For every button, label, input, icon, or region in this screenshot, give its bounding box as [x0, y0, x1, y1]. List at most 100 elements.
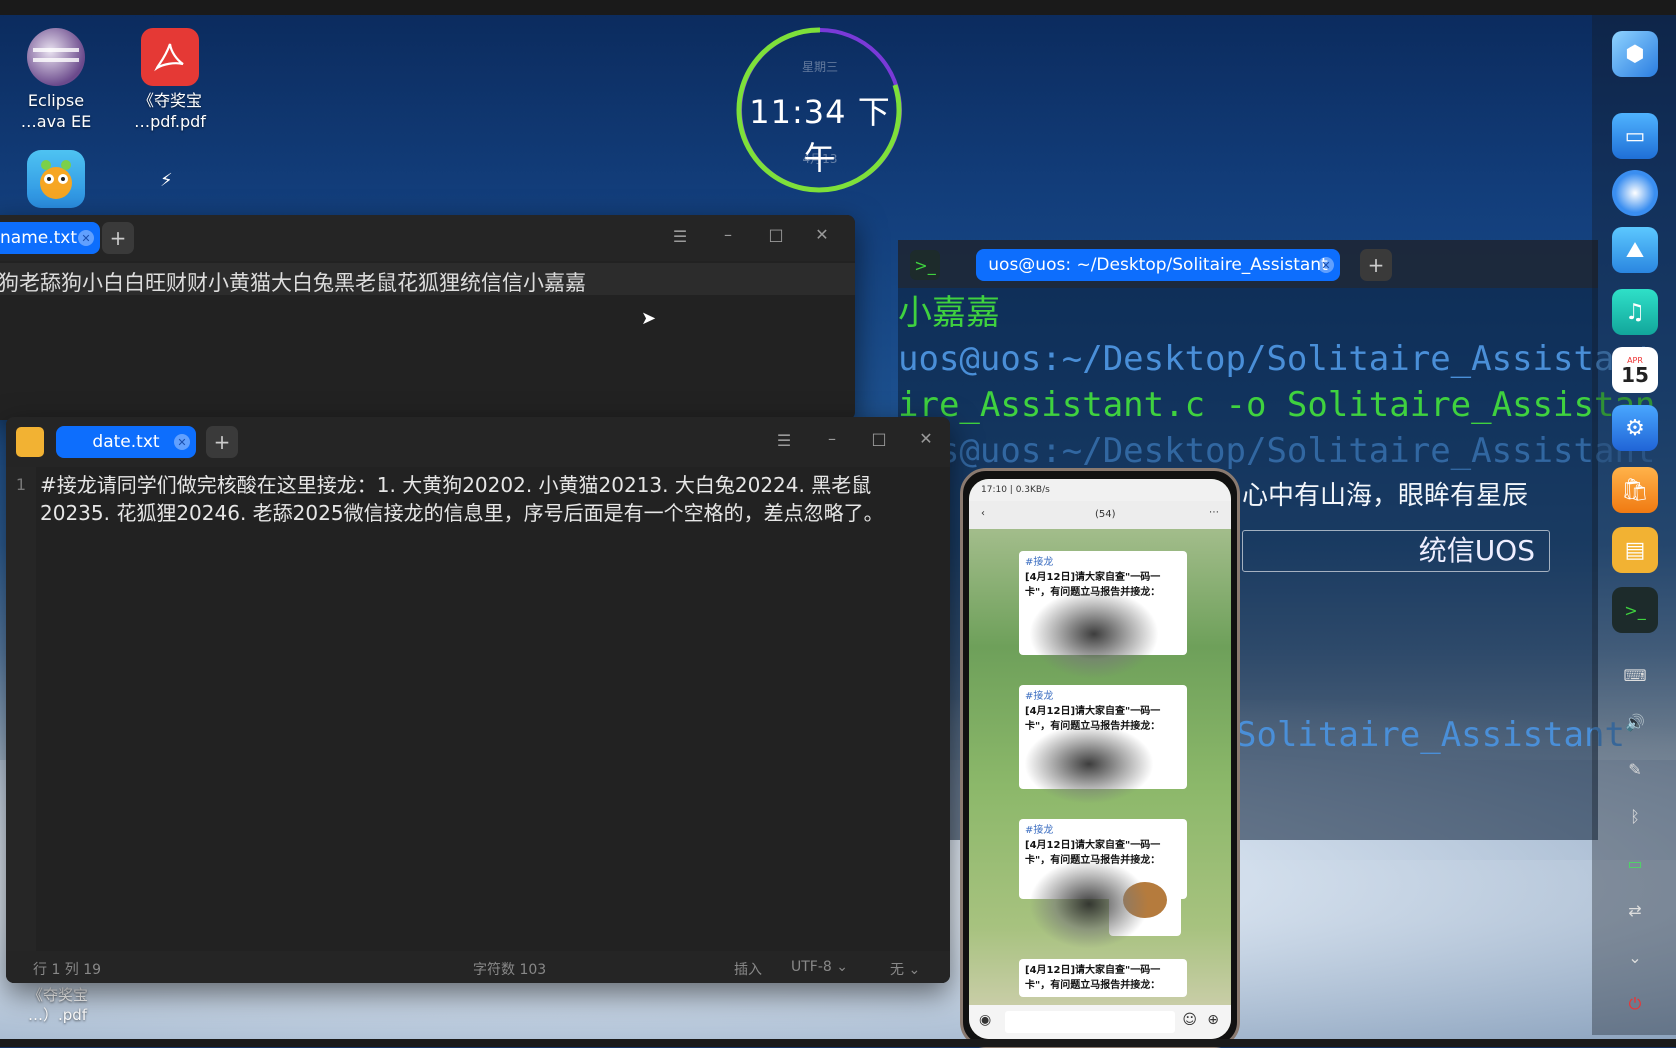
encoding-select[interactable]: UTF-8 ⌄: [791, 959, 848, 975]
launcher-cube-icon[interactable]: ⬢: [1612, 31, 1658, 77]
close-tab-icon[interactable]: ✕: [174, 434, 190, 450]
card-text: [4月12日]请大家自查"一码一卡"，有问题立马报告并接龙：: [1025, 965, 1161, 991]
phone-text-input: [1005, 1011, 1175, 1033]
encoding-value: UTF-8: [791, 959, 832, 975]
terminal-icon[interactable]: >_: [1612, 587, 1658, 633]
chat-message-card: [4月12日]请大家自查"一码一卡"，有问题立马报告并接龙：: [1019, 959, 1187, 997]
tab-name-txt[interactable]: name.txt ✕: [0, 222, 100, 254]
desktop-icon-game[interactable]: [1, 150, 111, 212]
menu-icon[interactable]: ☰: [769, 431, 799, 450]
tab-date-txt[interactable]: date.txt ✕: [56, 426, 196, 458]
settings-gear-icon[interactable]: ⚙: [1612, 405, 1658, 451]
bluetooth-icon[interactable]: ᛒ: [1618, 799, 1652, 833]
desktop-icon-label: …ava EE: [20, 112, 92, 131]
close-window-icon[interactable]: ✕: [807, 225, 837, 244]
editor-text[interactable]: 狗老舔狗小白白旺财财小黄猫大白兔黑老鼠花狐狸统信信小嘉嘉: [0, 267, 586, 297]
file-manager-icon[interactable]: ▭: [1612, 113, 1658, 159]
card-tag: #接龙: [1025, 825, 1054, 836]
close-tab-icon[interactable]: ✕: [78, 230, 94, 246]
browser-icon[interactable]: [1612, 170, 1658, 216]
calendar-day: 15: [1621, 362, 1649, 387]
phone-screen: 17:10 | 0.3KB/s ‹ (54) ⋯ #接龙 [4月12日]请大家自…: [969, 479, 1231, 1039]
chat-count: (54): [1095, 509, 1116, 520]
bottom-bar: [0, 1039, 1676, 1047]
power-icon[interactable]: ⏻: [1618, 987, 1652, 1021]
editor-titlebar: date.txt ✕ + ☰ – □ ✕: [6, 417, 950, 467]
minimize-icon[interactable]: –: [817, 429, 847, 448]
new-tab-button[interactable]: +: [206, 426, 238, 458]
highlight-value: 无: [890, 962, 904, 978]
close-window-icon[interactable]: ✕: [911, 429, 941, 448]
tab-terminal[interactable]: uos@uos: ~/Desktop/Solitaire_Assistant ✕: [976, 249, 1340, 281]
phone-input-bar: ◉ ☺ ⊕: [969, 1005, 1231, 1039]
desktop-icon-label: 《夺奖宝: [28, 986, 89, 1004]
insert-mode: 插入: [734, 962, 762, 978]
phone-chat-header: ‹ (54) ⋯: [969, 501, 1231, 529]
desktop-icon-label: 《夺奖宝: [137, 91, 202, 110]
menu-icon[interactable]: ☰: [665, 227, 695, 246]
terminal-prompt: uos@uos:~/Desktop/Solitaire_Assistant: [898, 339, 1656, 379]
tab-label: name.txt: [0, 228, 78, 248]
mouse-pointer-busy-icon: ⚡: [160, 170, 173, 191]
phone-status-text: 17:10 | 0.3KB/s: [981, 485, 1050, 495]
volume-icon[interactable]: 🔊: [1618, 705, 1652, 739]
side-dock: ⬢ ▭ ⛰ ♫ APR 15 ⚙ 🛍 ▤ >_ ⌨ 🔊 ✎ ᛒ ▭ ⇄ ⌄ ⏻: [1592, 15, 1676, 1035]
tab-label: uos@uos: ~/Desktop/Solitaire_Assistant: [988, 255, 1328, 275]
new-tab-button[interactable]: +: [1360, 249, 1392, 281]
line-number: 1: [15, 475, 27, 494]
card-tag: #接龙: [1025, 557, 1054, 568]
text-editor-app-icon: [16, 427, 44, 457]
terminal-line: Solitaire_Assistant: [1236, 715, 1625, 755]
eclipse-icon: [27, 28, 85, 86]
voice-icon: ◉: [979, 1012, 992, 1028]
phone-image: 17:10 | 0.3KB/s ‹ (54) ⋯ #接龙 [4月12日]请大家自…: [960, 468, 1240, 1048]
battery-icon[interactable]: ▭: [1618, 846, 1652, 880]
text-editor-icon[interactable]: ▤: [1612, 527, 1658, 573]
editor-text[interactable]: #接龙请同学们做完核酸在这里接龙：1. 大黄狗20202. 小黄猫20213. …: [40, 467, 936, 527]
maximize-icon[interactable]: □: [864, 429, 894, 448]
mouse-cursor-icon: ➤: [641, 308, 657, 329]
line-number-gutter: 1: [6, 467, 36, 952]
add-icon: ⊕: [1207, 1012, 1219, 1028]
chevron-down-icon[interactable]: ⌄: [1618, 940, 1652, 974]
image-viewer-icon[interactable]: ⛰: [1612, 227, 1658, 273]
new-tab-button[interactable]: +: [102, 222, 134, 254]
clock-date: 4月13: [802, 152, 838, 166]
more-icon: ⋯: [1209, 507, 1219, 518]
redaction-blur: [1029, 589, 1159, 679]
terminal-app-icon: >_: [910, 250, 940, 280]
top-bar: [0, 0, 1676, 15]
clock-weekday: 星期三: [801, 60, 838, 74]
keyboard-icon[interactable]: ⌨: [1618, 658, 1652, 692]
desktop-icon-pdf-2[interactable]: 《夺奖宝 …）.pdf: [2, 985, 102, 1025]
desktop-icon-label: Eclipse: [27, 91, 85, 110]
card-tag: #接龙: [1025, 691, 1054, 702]
status-bar: 行 1 列 19 字符数 103 插入 UTF-8 ⌄ 无 ⌄: [6, 951, 950, 983]
calendar-icon[interactable]: APR 15: [1612, 347, 1658, 393]
chevron-down-icon: ⌄: [908, 962, 921, 978]
terminal-line: 小嘉嘉: [898, 293, 1000, 333]
terminal-line: uos@uos:~/Desktop/Solitaire_Assistant: [898, 336, 1655, 382]
cursor-position: 行 1 列 19: [33, 962, 102, 978]
editor-window-name[interactable]: name.txt ✕ + ☰ – □ ✕ 狗老舔狗小白白旺财财小黄猫大白兔黑老鼠…: [0, 215, 855, 420]
tab-label: date.txt: [92, 432, 160, 452]
editor-window-date[interactable]: date.txt ✕ + ☰ – □ ✕ 1 #接龙请同学们做完核酸在这里接龙：…: [6, 417, 950, 983]
phone-status-bar: 17:10 | 0.3KB/s: [969, 479, 1231, 501]
pen-icon[interactable]: ✎: [1618, 752, 1652, 786]
char-count: 字符数 103: [473, 962, 547, 978]
app-store-icon[interactable]: 🛍: [1612, 467, 1658, 513]
music-icon[interactable]: ♫: [1612, 289, 1658, 335]
highlight-select[interactable]: 无 ⌄: [890, 959, 920, 979]
maximize-icon[interactable]: □: [761, 225, 791, 244]
desktop-icon-pdf[interactable]: 《夺奖宝 …pdf.pdf: [115, 28, 225, 132]
minimize-icon[interactable]: –: [713, 225, 743, 244]
chevron-down-icon: ⌄: [836, 959, 848, 975]
desktop-icon-eclipse[interactable]: Eclipse …ava EE: [1, 28, 111, 132]
wallpaper-slogan: 心中有山海，眼眸有星辰: [1242, 481, 1529, 511]
clock-widget: 星期三 11:34 下午 4月13: [735, 25, 905, 195]
terminal-line: ire_Assistant.c -o Solitaire_Assistan: [898, 385, 1656, 425]
game-icon: [27, 150, 85, 208]
close-tab-icon[interactable]: ✕: [1318, 257, 1334, 273]
network-icon[interactable]: ⇄: [1618, 893, 1652, 927]
desktop-icon-label: …pdf.pdf: [134, 112, 206, 131]
